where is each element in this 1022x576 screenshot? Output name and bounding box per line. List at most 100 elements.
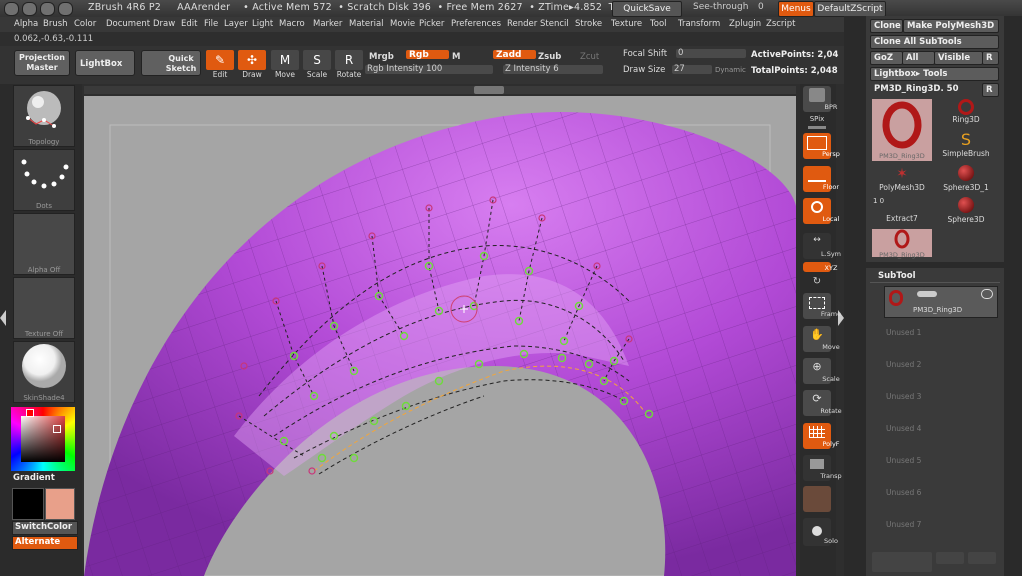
- rotate-tool[interactable]: R Rotate: [334, 50, 364, 79]
- menu-alpha[interactable]: Alpha: [14, 19, 38, 29]
- tool-simplebrush[interactable]: S SimpleBrush: [936, 131, 996, 163]
- bpr-button[interactable]: BPR: [803, 86, 837, 112]
- subtool-toggle-icon[interactable]: [917, 291, 937, 297]
- symmetry-icon[interactable]: ↻: [809, 276, 825, 288]
- subtool-slot[interactable]: Unused 1: [884, 326, 996, 354]
- spix-slider[interactable]: [808, 126, 826, 129]
- menu-file[interactable]: File: [204, 19, 218, 29]
- visibility-eye-icon[interactable]: [981, 289, 993, 299]
- menu-preferences[interactable]: Preferences: [451, 19, 501, 29]
- menu-zplugin[interactable]: Zplugin: [729, 19, 761, 29]
- ring-mesh-viewport[interactable]: [84, 96, 796, 576]
- clone-all-subtools-button[interactable]: Clone All SubTools: [870, 35, 999, 49]
- focal-shift-slider[interactable]: 0: [676, 48, 746, 58]
- see-through-value[interactable]: 0: [758, 2, 764, 12]
- all-button[interactable]: All: [902, 51, 935, 65]
- rgb-button[interactable]: Rgb: [406, 50, 449, 60]
- main-color-swatch[interactable]: [12, 488, 44, 520]
- switch-color-button[interactable]: SwitchColor: [12, 521, 78, 535]
- zsub-button[interactable]: Zsub: [538, 52, 561, 62]
- menus-button[interactable]: Menus: [778, 1, 814, 17]
- move-view-button[interactable]: ✋ Move: [803, 326, 840, 352]
- tool-r-button[interactable]: R: [982, 83, 999, 97]
- alternate-button[interactable]: Alternate: [12, 536, 78, 550]
- quicksave-button[interactable]: QuickSave: [612, 1, 682, 17]
- menu-macro[interactable]: Macro: [279, 19, 305, 29]
- mrgb-button[interactable]: Mrgb: [369, 52, 394, 62]
- move-tool[interactable]: M Move: [270, 50, 300, 79]
- subtool-slot[interactable]: Unused 6: [884, 486, 996, 514]
- r-button[interactable]: R: [982, 51, 999, 65]
- color-square[interactable]: [21, 416, 65, 462]
- solo-button[interactable]: Solo: [803, 518, 838, 546]
- topology-brush-button[interactable]: Topology: [13, 85, 75, 147]
- recent-tool-thumbnail[interactable]: PM3D_Ring3D: [872, 229, 932, 259]
- menu-stroke[interactable]: Stroke: [575, 19, 602, 29]
- tool-sphere3d[interactable]: Sphere3D: [940, 197, 992, 229]
- window-menu-icon[interactable]: [58, 2, 73, 16]
- subtool-slot[interactable]: Unused 4: [884, 422, 996, 450]
- menu-zscript[interactable]: Zscript: [766, 19, 796, 29]
- material-button[interactable]: SkinShade4: [13, 341, 75, 403]
- subtool-slot[interactable]: Unused 2: [884, 358, 996, 386]
- menu-texture[interactable]: Texture: [611, 19, 642, 29]
- current-tool-thumbnail[interactable]: PM3D_Ring3D: [872, 99, 932, 161]
- quick-sketch-button[interactable]: Quick Sketch: [141, 50, 201, 76]
- frame-button[interactable]: Frame: [803, 293, 841, 319]
- subtool-up-button[interactable]: [936, 552, 964, 564]
- alpha-button[interactable]: Alpha Off: [13, 213, 75, 275]
- clone-button[interactable]: Clone: [870, 19, 903, 33]
- subtool-title[interactable]: SubTool: [878, 271, 916, 281]
- z-intensity-slider[interactable]: Z Intensity 6: [503, 64, 603, 74]
- edit-tool[interactable]: ✎ Edit: [205, 50, 235, 79]
- polyf-button[interactable]: PolyF: [803, 423, 840, 449]
- tool-ring3d[interactable]: Ring3D: [942, 99, 990, 131]
- subtool-slot[interactable]: Unused 7: [884, 518, 996, 546]
- menu-material[interactable]: Material: [349, 19, 384, 29]
- subtool-slot[interactable]: Unused 3: [884, 390, 996, 418]
- floor-button[interactable]: Floor: [803, 166, 839, 192]
- color-picker[interactable]: [11, 407, 75, 471]
- draw-size-slider[interactable]: 27: [672, 64, 712, 74]
- menu-stencil[interactable]: Stencil: [540, 19, 569, 29]
- zadd-button[interactable]: Zadd: [493, 50, 536, 60]
- subtool-down-button[interactable]: [968, 552, 996, 564]
- canvas-scroll-handle[interactable]: [474, 86, 504, 94]
- ghost-button[interactable]: [803, 486, 831, 512]
- canvas-scroll-track[interactable]: [84, 86, 796, 94]
- menu-color[interactable]: Color: [74, 19, 96, 29]
- tool-extract7[interactable]: Extract7: [874, 198, 930, 228]
- tool-polymesh3d[interactable]: ✶ PolyMesh3D: [874, 165, 930, 197]
- subtool-slot[interactable]: Unused 5: [884, 454, 996, 482]
- transp-button[interactable]: Transp: [803, 455, 842, 481]
- menu-light[interactable]: Light: [252, 19, 273, 29]
- close-icon[interactable]: [40, 2, 55, 16]
- lsym-button[interactable]: ↔ L.Sym: [803, 233, 841, 259]
- lightbox-button[interactable]: LightBox: [75, 50, 135, 76]
- persp-button[interactable]: Persp: [803, 133, 840, 159]
- document-canvas[interactable]: [84, 96, 796, 576]
- spix-label[interactable]: SPix: [803, 115, 831, 123]
- rgb-intensity-slider[interactable]: Rgb Intensity 100: [365, 64, 493, 74]
- tool-sphere3d-1[interactable]: Sphere3D_1: [940, 165, 992, 197]
- menu-layer[interactable]: Layer: [224, 19, 248, 29]
- minimize-icon[interactable]: [4, 2, 19, 16]
- maximize-icon[interactable]: [22, 2, 37, 16]
- gradient-label[interactable]: Gradient: [13, 473, 55, 483]
- xyz-button[interactable]: XYZ: [803, 262, 837, 272]
- projection-master-button[interactable]: Projection Master: [14, 50, 70, 76]
- menu-tool[interactable]: Tool: [650, 19, 667, 29]
- dynamic-button[interactable]: Dynamic: [715, 66, 746, 74]
- menu-edit[interactable]: Edit: [181, 19, 197, 29]
- secondary-color-swatch[interactable]: [45, 488, 75, 520]
- menu-marker[interactable]: Marker: [313, 19, 342, 29]
- subtool-list-all-button[interactable]: [872, 552, 932, 572]
- menu-movie[interactable]: Movie: [390, 19, 415, 29]
- scale-tool[interactable]: S Scale: [302, 50, 332, 79]
- texture-button[interactable]: Texture Off: [13, 277, 75, 339]
- zcut-button[interactable]: Zcut: [580, 52, 599, 62]
- menu-picker[interactable]: Picker: [419, 19, 444, 29]
- goz-button[interactable]: GoZ: [870, 51, 903, 65]
- subtool-active-row[interactable]: PM3D_Ring3D: [884, 286, 998, 318]
- default-zscript-button[interactable]: DefaultZScript: [814, 1, 886, 17]
